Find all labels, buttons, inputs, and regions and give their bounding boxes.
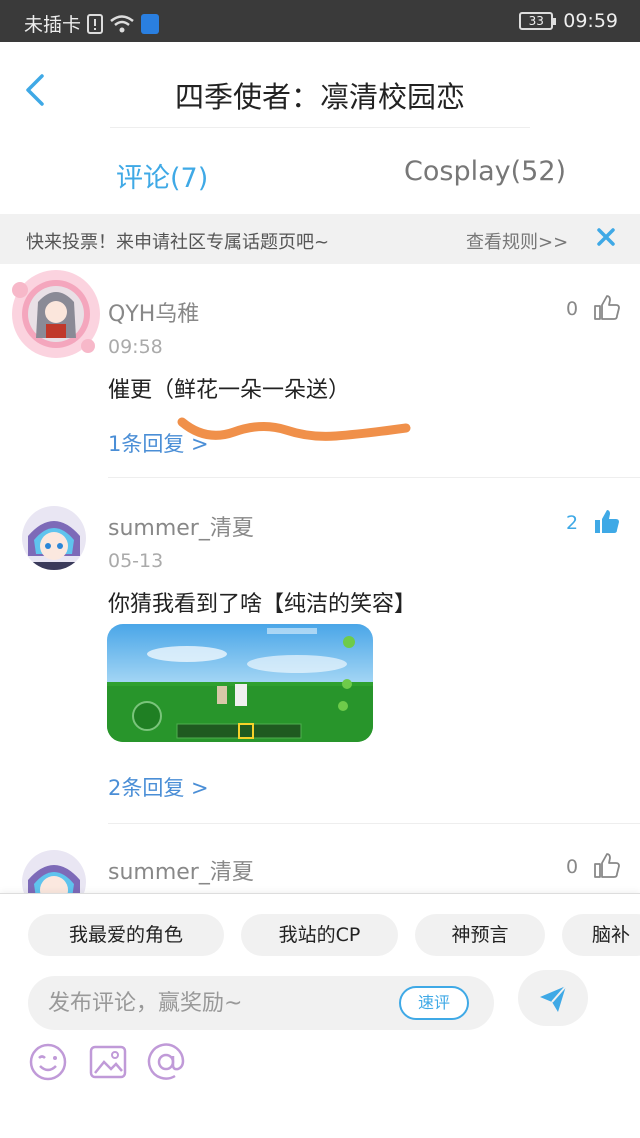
user-avatar-frame[interactable] <box>8 268 104 360</box>
comment-time: 09:58 <box>108 336 163 358</box>
like-count: 2 <box>566 512 579 534</box>
carrier-text: 未插卡 <box>24 14 82 36</box>
battery-level: 33 <box>528 14 544 28</box>
avatar[interactable] <box>22 506 86 570</box>
like-count: 0 <box>566 856 579 878</box>
comment-item: summer_清夏 05-13 你猜我看到了啥【纯洁的笑容】 2条回复 > 2 <box>0 478 640 824</box>
thumbs-up-filled-icon[interactable] <box>592 508 620 536</box>
clock-text: 09:59 <box>563 10 618 32</box>
topic-chip[interactable]: 脑补 <box>562 914 640 956</box>
game-screenshot <box>107 624 373 742</box>
app-notification-icon <box>141 13 160 34</box>
image-icon[interactable] <box>88 1042 128 1082</box>
comment-input-wrapper: 速评 <box>28 976 494 1030</box>
notice-text: 快来投票！来申请社区专属话题页吧~ <box>26 232 330 253</box>
topic-chip[interactable]: 我站的CP <box>241 914 398 956</box>
thumbs-up-icon[interactable] <box>592 294 620 322</box>
comment-input[interactable] <box>48 976 398 1030</box>
tab-cosplay[interactable]: Cosplay(52) <box>404 156 566 187</box>
send-button[interactable] <box>518 970 588 1026</box>
comment-time: 05-13 <box>108 550 164 572</box>
app-header: 四季使者：凛清校园恋 <box>0 42 640 128</box>
comment-item: summer_清夏 0 <box>0 824 640 893</box>
quick-comment-button[interactable]: 速评 <box>399 986 469 1020</box>
topic-chip[interactable]: 我最爱的角色 <box>28 914 224 956</box>
thumbs-up-icon[interactable] <box>592 852 620 880</box>
avatar-image <box>22 850 86 893</box>
comment-text: 催更（鲜花一朵一朵送） <box>108 378 351 403</box>
avatar <box>12 270 100 358</box>
comment-image[interactable] <box>107 624 373 742</box>
comment-composer: 我最爱的角色 我站的CP 神预言 脑补 速评 <box>0 893 640 1138</box>
scribble-overlay <box>177 417 411 441</box>
comment-text: 你猜我看到了啥【纯洁的笑容】 <box>108 592 417 617</box>
close-icon[interactable] <box>594 224 618 250</box>
notice-banner: 快来投票！来申请社区专属话题页吧~ 查看规则>> <box>0 214 640 264</box>
tab-bar: 评论(7) Cosplay(52) <box>0 128 640 214</box>
send-icon <box>540 985 567 1012</box>
like-count: 0 <box>566 298 579 320</box>
comment-username[interactable]: QYH乌稚 <box>108 296 199 328</box>
comment-username[interactable]: summer_清夏 <box>108 854 254 886</box>
comment-replies-link[interactable]: 2条回复 > <box>108 772 209 802</box>
view-rules-link[interactable]: 查看规则>> <box>466 228 568 254</box>
wifi-icon <box>110 14 134 32</box>
tab-comments[interactable]: 评论(7) <box>116 156 208 195</box>
emoji-icon[interactable] <box>28 1042 68 1082</box>
comment-username[interactable]: summer_清夏 <box>108 510 254 542</box>
avatar[interactable] <box>22 850 86 893</box>
at-mention-icon[interactable] <box>146 1042 186 1082</box>
comment-item: QYH乌稚 09:58 催更（鲜花一朵一朵送） 1条回复 > 0 <box>0 264 640 478</box>
battery-icon: 33 <box>519 12 557 30</box>
page-title: 四季使者：凛清校园恋 <box>174 80 465 114</box>
topic-chip[interactable]: 神预言 <box>415 914 545 956</box>
status-bar: 未插卡 33 09:59 <box>0 0 640 42</box>
sim-alert-icon <box>87 13 104 34</box>
avatar-image <box>22 506 86 570</box>
